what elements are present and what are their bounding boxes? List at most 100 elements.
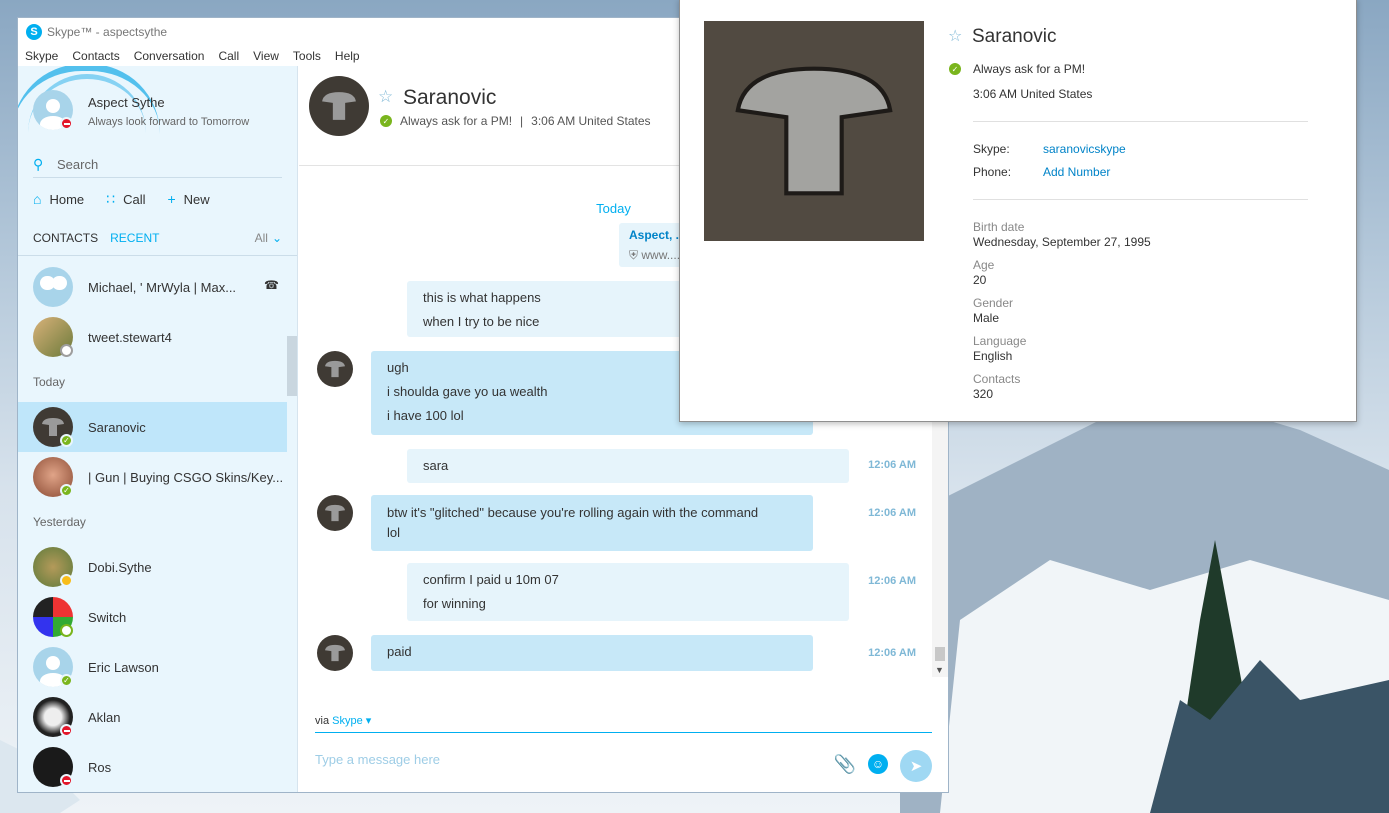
favorite-star-icon[interactable]: ☆: [378, 87, 393, 107]
menu-tools[interactable]: Tools: [293, 49, 321, 63]
menu-conversation[interactable]: Conversation: [134, 49, 205, 63]
status-online-icon: [60, 484, 73, 497]
message-time: 12:06 AM: [868, 459, 916, 471]
message-bubble[interactable]: confirm I paid u 10m 07 for winning: [407, 563, 849, 621]
attach-file-icon[interactable]: 📎: [834, 754, 856, 775]
caret-down-icon: ▾: [365, 715, 372, 727]
menu-help[interactable]: Help: [335, 49, 360, 63]
profile-phone-row: Phone: Add Number: [973, 165, 1110, 179]
menu-call[interactable]: Call: [218, 49, 239, 63]
status-dnd-icon: [60, 774, 73, 787]
status-offline-icon: [60, 344, 73, 357]
scrollbar-thumb[interactable]: [935, 647, 945, 661]
plus-icon: +: [167, 191, 176, 207]
section-yesterday: Yesterday: [33, 515, 86, 529]
status-online-icon: ✓: [380, 115, 392, 127]
contact-saranovic[interactable]: Saranovic: [18, 402, 287, 452]
my-mood[interactable]: Always look forward to Tomorrow: [88, 116, 249, 128]
tab-contacts[interactable]: CONTACTS: [33, 231, 98, 245]
profile-name: Saranovic: [972, 26, 1057, 47]
my-profile[interactable]: Aspect Sythe Always look forward to Tomo…: [18, 66, 297, 152]
message-bubble[interactable]: paid: [371, 635, 813, 671]
contact-dobi-sythe[interactable]: Dobi.Sythe: [18, 542, 297, 592]
birth-date-field: Birth date Wednesday, September 27, 1995: [973, 220, 1151, 249]
contact-name: Michael, ' MrWyla | Max...: [88, 279, 237, 295]
message-line: sara: [423, 458, 449, 473]
contacts-count-value: 320: [973, 387, 994, 401]
profile-status: ✓ Always ask for a PM!: [949, 62, 1085, 76]
message-bubble[interactable]: btw it's "glitched" because you're rolli…: [371, 495, 813, 551]
my-status-dnd-icon[interactable]: [60, 117, 73, 130]
contact-ros[interactable]: Ros: [18, 742, 297, 792]
divider: [973, 121, 1308, 122]
call-button[interactable]: ∷ Call: [106, 191, 145, 208]
contact-name: Saranovic: [88, 419, 146, 435]
status-dnd-icon: [60, 724, 73, 737]
gender-label: Gender: [973, 296, 1014, 310]
status-offline-icon: [60, 624, 73, 637]
via-selector[interactable]: via Skype ▾: [315, 714, 371, 727]
shield-icon: ⛨: [629, 248, 639, 262]
menu-skype[interactable]: Skype: [25, 49, 58, 63]
home-button[interactable]: ⌂ Home: [33, 191, 84, 207]
my-name: Aspect Sythe: [88, 95, 165, 110]
message-input[interactable]: Type a message here: [315, 752, 440, 767]
sender-avatar[interactable]: [317, 495, 353, 531]
new-button[interactable]: + New: [167, 191, 209, 207]
sender-avatar[interactable]: [317, 351, 353, 387]
divider: [973, 199, 1308, 200]
group-avatar: [33, 267, 73, 307]
send-button[interactable]: ➤: [900, 750, 932, 782]
contact-tabs: CONTACTS RECENT All ⌄: [18, 220, 297, 256]
contact-avatar-large[interactable]: [309, 76, 369, 136]
sender-avatar[interactable]: [317, 635, 353, 671]
message-line: paid: [387, 644, 412, 659]
contact-group-michael[interactable]: Michael, ' MrWyla | Max... ☎: [18, 262, 297, 312]
add-number-link[interactable]: Add Number: [1043, 165, 1110, 179]
nav-row: ⌂ Home ∷ Call + New: [18, 178, 297, 220]
message-line: btw it's "glitched" because you're rolli…: [387, 505, 759, 520]
dialpad-icon: ∷: [106, 190, 116, 207]
scroll-down-arrow-icon[interactable]: ▼: [935, 665, 944, 675]
tab-recent[interactable]: RECENT: [110, 231, 159, 245]
conversation-contact-name[interactable]: Saranovic: [403, 86, 496, 110]
status-online-icon: ✓: [949, 63, 961, 75]
search-box[interactable]: ⚲ Search: [33, 152, 282, 178]
search-icon: ⚲: [33, 156, 44, 172]
contact-tweet-stewart4[interactable]: tweet.stewart4: [18, 312, 297, 362]
profile-local-time: 3:06 AM United States: [973, 87, 1093, 101]
favorite-star-icon[interactable]: ☆: [948, 26, 962, 46]
via-prefix: via: [315, 715, 330, 727]
gender-field: Gender Male: [973, 296, 1013, 325]
new-label: New: [183, 191, 210, 207]
home-label: Home: [49, 191, 85, 207]
status-text: Always ask for a PM!: [400, 114, 513, 128]
status-away-icon: [60, 574, 73, 587]
filter-dropdown[interactable]: All ⌄: [255, 231, 282, 245]
contact-aklan[interactable]: Aklan: [18, 692, 297, 742]
profile-skype-row: Skype: saranovicskype: [973, 142, 1126, 156]
section-today: Today: [33, 375, 66, 389]
call-label: Call: [123, 191, 146, 207]
contact-name: Dobi.Sythe: [88, 559, 152, 575]
skype-logo-icon: S: [26, 24, 42, 40]
emoticon-icon[interactable]: ☺: [868, 754, 888, 774]
age-value: 20: [973, 273, 987, 287]
contact-switch[interactable]: Switch: [18, 592, 297, 642]
filter-label: All: [254, 230, 268, 245]
contact-gun[interactable]: | Gun | Buying CSGO Skins/Key...: [18, 452, 297, 502]
skype-name-link[interactable]: saranovicskype: [1043, 142, 1126, 156]
contact-eric-lawson[interactable]: Eric Lawson: [18, 642, 297, 692]
menu-view[interactable]: View: [253, 49, 279, 63]
conversation-status: ✓ Always ask for a PM! | 3:06 AM United …: [380, 114, 651, 128]
status-online-icon: [60, 434, 73, 447]
sidebar-scrollbar[interactable]: [287, 336, 297, 396]
message-line: for winning: [423, 596, 486, 611]
end-call-icon[interactable]: ☎: [264, 278, 279, 292]
contact-name: | Gun | Buying CSGO Skins/Key...: [88, 469, 284, 485]
contact-name: Eric Lawson: [88, 659, 159, 675]
gender-value: Male: [973, 311, 1000, 325]
message-bubble[interactable]: sara: [407, 449, 849, 483]
menu-contacts[interactable]: Contacts: [72, 49, 119, 63]
sidebar: Aspect Sythe Always look forward to Tomo…: [18, 66, 298, 792]
